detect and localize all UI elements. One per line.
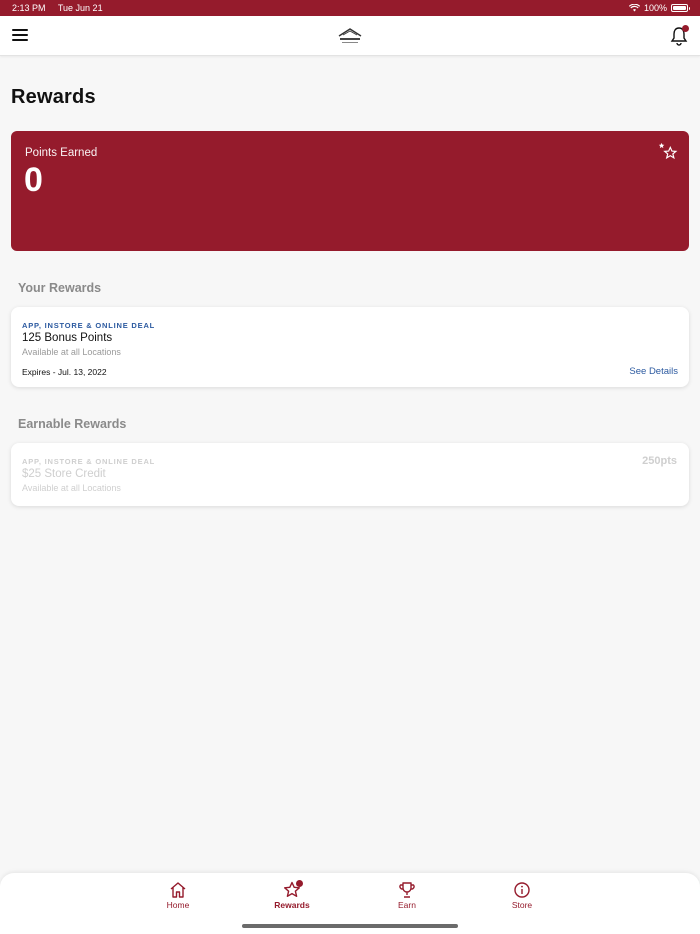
reward-availability: Available at all Locations — [22, 483, 121, 493]
deal-tag: APP, INSTORE & ONLINE DEAL — [22, 457, 156, 466]
tab-earn[interactable]: Earn — [377, 881, 437, 910]
brand-logo — [338, 28, 362, 43]
trophy-icon — [399, 882, 415, 898]
points-earned-card: Points Earned 0 — [11, 131, 689, 251]
points-label: Points Earned — [25, 147, 98, 159]
reward-expiry: Expires - Jul. 13, 2022 — [22, 367, 107, 377]
reward-title: 125 Bonus Points — [22, 332, 113, 344]
tab-label: Rewards — [274, 900, 310, 910]
reward-availability: Available at all Locations — [22, 347, 121, 357]
earnable-reward-card[interactable]: APP, INSTORE & ONLINE DEAL $25 Store Cre… — [11, 443, 689, 506]
info-icon — [514, 882, 530, 898]
reward-title: $25 Store Credit — [22, 468, 106, 480]
battery-percent: 100% — [643, 3, 667, 13]
tab-label: Earn — [398, 900, 416, 910]
home-indicator — [242, 924, 458, 928]
tab-home[interactable]: Home — [148, 881, 208, 910]
notification-bell-icon[interactable] — [670, 25, 689, 46]
tab-label: Store — [511, 900, 533, 910]
status-date: Tue Jun 21 — [57, 3, 103, 13]
earnable-rewards-heading: Earnable Rewards — [18, 417, 127, 431]
status-left: 2:13 PM Tue Jun 21 — [12, 3, 113, 13]
page-title: Rewards — [11, 86, 96, 108]
reward-points-cost: 250pts — [642, 455, 677, 467]
rewards-badge — [296, 880, 303, 887]
points-value: 0 — [24, 161, 43, 199]
battery-icon — [671, 4, 690, 12]
tab-label: Home — [166, 900, 190, 910]
stars-icon — [658, 142, 678, 160]
wifi-icon — [628, 4, 640, 12]
your-rewards-heading: Your Rewards — [18, 281, 102, 295]
see-details-link[interactable]: See Details — [629, 366, 678, 377]
tab-store[interactable]: Store — [492, 881, 552, 910]
reward-card[interactable]: APP, INSTORE & ONLINE DEAL 125 Bonus Poi… — [11, 307, 689, 387]
deal-tag: APP, INSTORE & ONLINE DEAL — [22, 321, 156, 330]
notification-badge — [682, 25, 689, 32]
app-header — [0, 16, 700, 56]
home-icon — [170, 882, 186, 898]
status-bar: 2:13 PM Tue Jun 21 100% — [0, 0, 700, 16]
hamburger-menu-icon[interactable] — [12, 29, 28, 43]
status-right: 100% — [628, 3, 690, 13]
status-time: 2:13 PM — [12, 3, 46, 13]
tab-rewards[interactable]: Rewards — [262, 880, 322, 910]
